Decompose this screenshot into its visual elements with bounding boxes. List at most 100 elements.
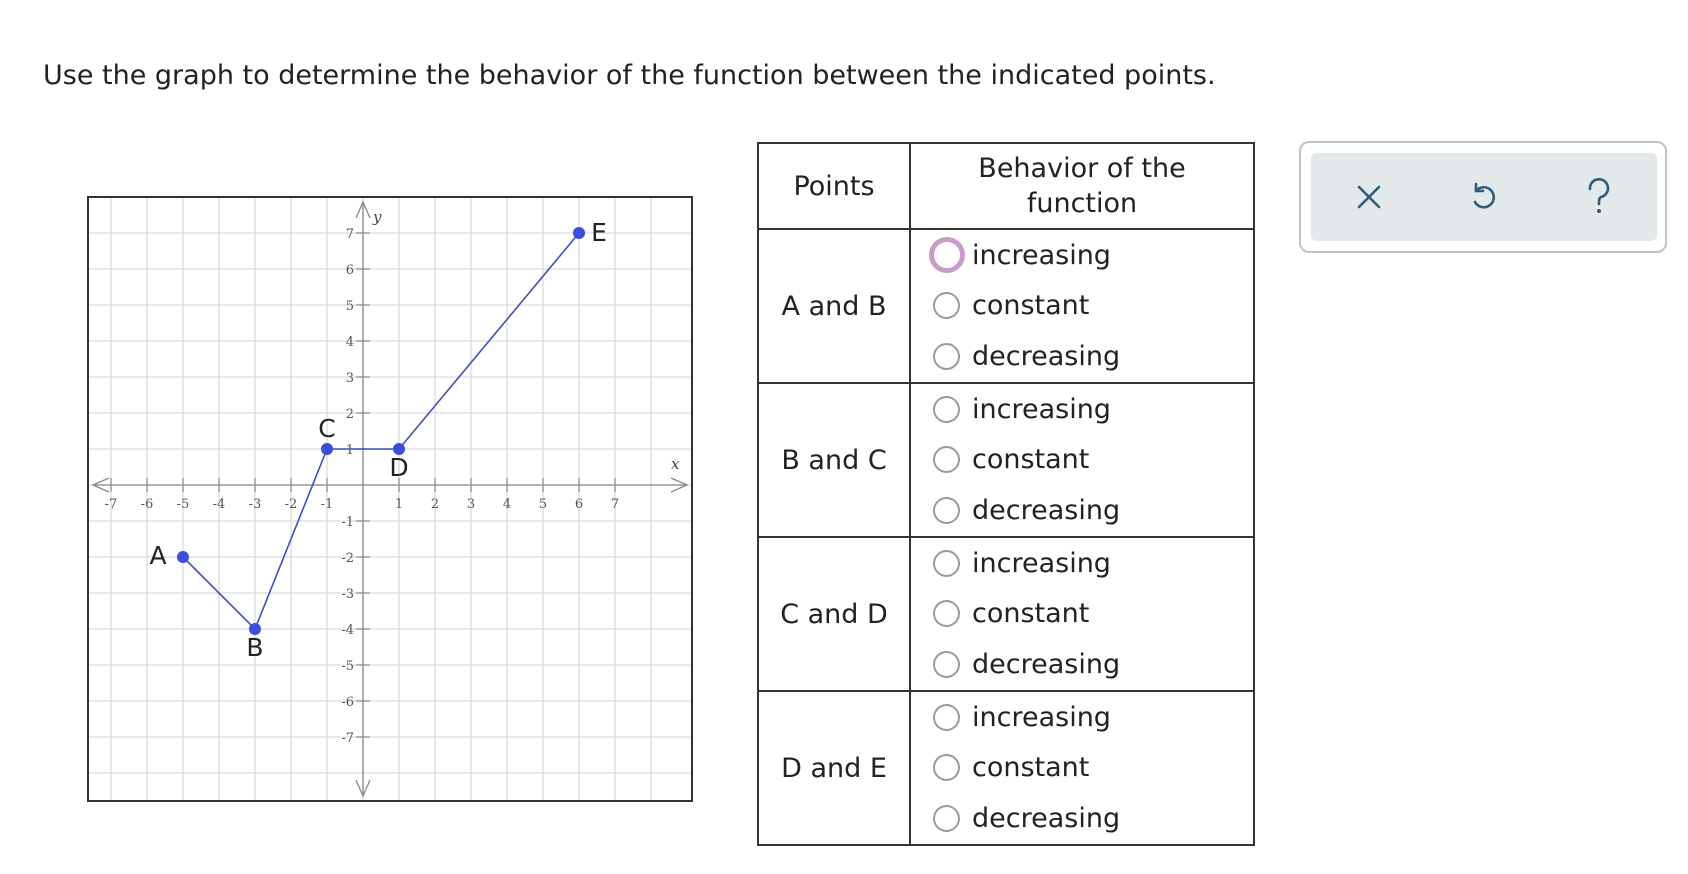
x-tick-label: 7: [611, 497, 619, 512]
x-tick-label: -4: [213, 497, 226, 512]
undo-icon: [1473, 182, 1496, 209]
behavior-options-cell: increasing constant decreasing: [909, 228, 1255, 384]
y-tick-label: -7: [341, 731, 354, 746]
radio-button[interactable]: [933, 804, 960, 832]
radio-button[interactable]: [933, 650, 960, 678]
x-tick-label: 2: [431, 497, 439, 512]
table-row: C and D increasing constant decreasing: [757, 536, 1255, 692]
toolbar: [1311, 153, 1657, 241]
radio-button[interactable]: [933, 446, 960, 474]
radio-button[interactable]: [933, 292, 960, 320]
y-tick-label: 3: [346, 371, 354, 386]
x-tick-label: -1: [321, 497, 334, 512]
radio-label: constant: [972, 752, 1090, 784]
answer-table: Points Behavior of the function A and Bi…: [757, 142, 1255, 846]
y-tick-label: -6: [341, 695, 354, 710]
radio-option-decreasing[interactable]: decreasing: [911, 639, 1253, 690]
x-tick-label: 6: [575, 497, 583, 512]
radio-option-constant[interactable]: constant: [911, 435, 1253, 486]
y-tick-label: 4: [346, 335, 354, 350]
function-graph: x y -7 -6 -5 -4 -3 -2 -1 1 2 3 4 5 6 7 7 6 5 4 3 2 1 -1 -2 -3 -4 -5…: [87, 196, 693, 802]
radio-label: increasing: [972, 547, 1111, 579]
radio-label: constant: [972, 598, 1090, 630]
radio-label: increasing: [972, 701, 1111, 733]
table-header-row: Points Behavior of the function: [757, 142, 1255, 230]
data-point-e: [573, 227, 585, 239]
function-line: [182, 232, 580, 631]
y-tick-label: -2: [341, 551, 354, 566]
graph-canvas: x y -7 -6 -5 -4 -3 -2 -1 1 2 3 4 5 6 7 7 6 5 4 3 2 1 -1 -2 -3 -4 -5…: [89, 198, 691, 800]
x-tick-label: -6: [141, 497, 154, 512]
y-axis-label: y: [372, 208, 382, 226]
question-prompt: Use the graph to determine the behavior …: [43, 60, 1216, 91]
data-point-a: [177, 551, 189, 563]
points-header: Points: [757, 142, 911, 230]
radio-label: increasing: [972, 239, 1111, 271]
radio-button[interactable]: [933, 703, 960, 731]
x-tick-label: -2: [285, 497, 298, 512]
radio-option-decreasing[interactable]: decreasing: [911, 485, 1253, 536]
points-cell: C and D: [757, 536, 911, 692]
radio-button[interactable]: [933, 549, 960, 577]
undo-button[interactable]: [1454, 167, 1514, 227]
radio-label: constant: [972, 290, 1090, 322]
radio-option-increasing[interactable]: increasing: [911, 692, 1253, 743]
x-tick-label: 3: [467, 497, 475, 512]
y-tick-label: -3: [341, 587, 354, 602]
radio-option-constant[interactable]: constant: [911, 589, 1253, 640]
x-tick-label: -3: [249, 497, 262, 512]
point-label-b: B: [246, 633, 263, 662]
radio-label: decreasing: [972, 494, 1121, 526]
answer-toolbox: [1299, 141, 1667, 253]
behavior-header-line1: Behavior of the: [978, 153, 1186, 184]
radio-option-increasing[interactable]: increasing: [911, 538, 1253, 589]
y-tick-label: 7: [346, 227, 354, 242]
radio-option-constant[interactable]: constant: [911, 743, 1253, 794]
radio-button[interactable]: [933, 342, 960, 370]
x-tick-label: 5: [539, 497, 547, 512]
radio-label: decreasing: [972, 648, 1121, 680]
x-axis-label: x: [671, 455, 680, 473]
y-tick-label: -5: [341, 659, 354, 674]
y-tick-label: -1: [341, 515, 354, 530]
table-row: B and C increasing constant decreasing: [757, 382, 1255, 538]
behavior-options-cell: increasing constant decreasing: [909, 382, 1255, 538]
help-button[interactable]: [1569, 167, 1629, 227]
table-row: D and E increasing constant decreasing: [757, 690, 1255, 846]
y-tick-label: 1: [346, 443, 354, 458]
radio-button[interactable]: [933, 754, 960, 782]
table-row: A and B increasing constant decreasing: [757, 228, 1255, 384]
point-label-c: C: [318, 414, 335, 443]
radio-button[interactable]: [933, 600, 960, 628]
radio-option-increasing[interactable]: increasing: [911, 230, 1253, 281]
close-icon: [1357, 185, 1380, 209]
x-tick-label: 1: [395, 497, 403, 512]
data-point-c: [321, 443, 333, 455]
radio-button[interactable]: [933, 496, 960, 524]
points-cell: A and B: [757, 228, 911, 384]
radio-button[interactable]: [929, 237, 965, 274]
behavior-options-cell: increasing constant decreasing: [909, 536, 1255, 692]
radio-option-constant[interactable]: constant: [911, 281, 1253, 332]
radio-label: constant: [972, 444, 1090, 476]
behavior-header: Behavior of the function: [909, 142, 1255, 230]
radio-label: increasing: [972, 393, 1111, 425]
y-tick-label: -4: [341, 623, 354, 638]
radio-label: decreasing: [972, 340, 1121, 372]
radio-option-increasing[interactable]: increasing: [911, 384, 1253, 435]
y-tick-label: 5: [346, 299, 354, 314]
y-tick-label: 2: [346, 407, 354, 422]
point-label-e: E: [591, 218, 607, 247]
radio-option-decreasing[interactable]: decreasing: [911, 793, 1253, 844]
behavior-options-cell: increasing constant decreasing: [909, 690, 1255, 846]
clear-button[interactable]: [1339, 167, 1399, 227]
radio-option-decreasing[interactable]: decreasing: [911, 331, 1253, 382]
point-label-a: A: [149, 541, 166, 570]
help-icon: [1589, 178, 1610, 213]
points-cell: D and E: [757, 690, 911, 846]
points-cell: B and C: [757, 382, 911, 538]
x-tick-label: 4: [503, 497, 511, 512]
x-tick-label: -7: [105, 497, 118, 512]
radio-button[interactable]: [933, 395, 960, 423]
x-tick-label: -5: [177, 497, 190, 512]
